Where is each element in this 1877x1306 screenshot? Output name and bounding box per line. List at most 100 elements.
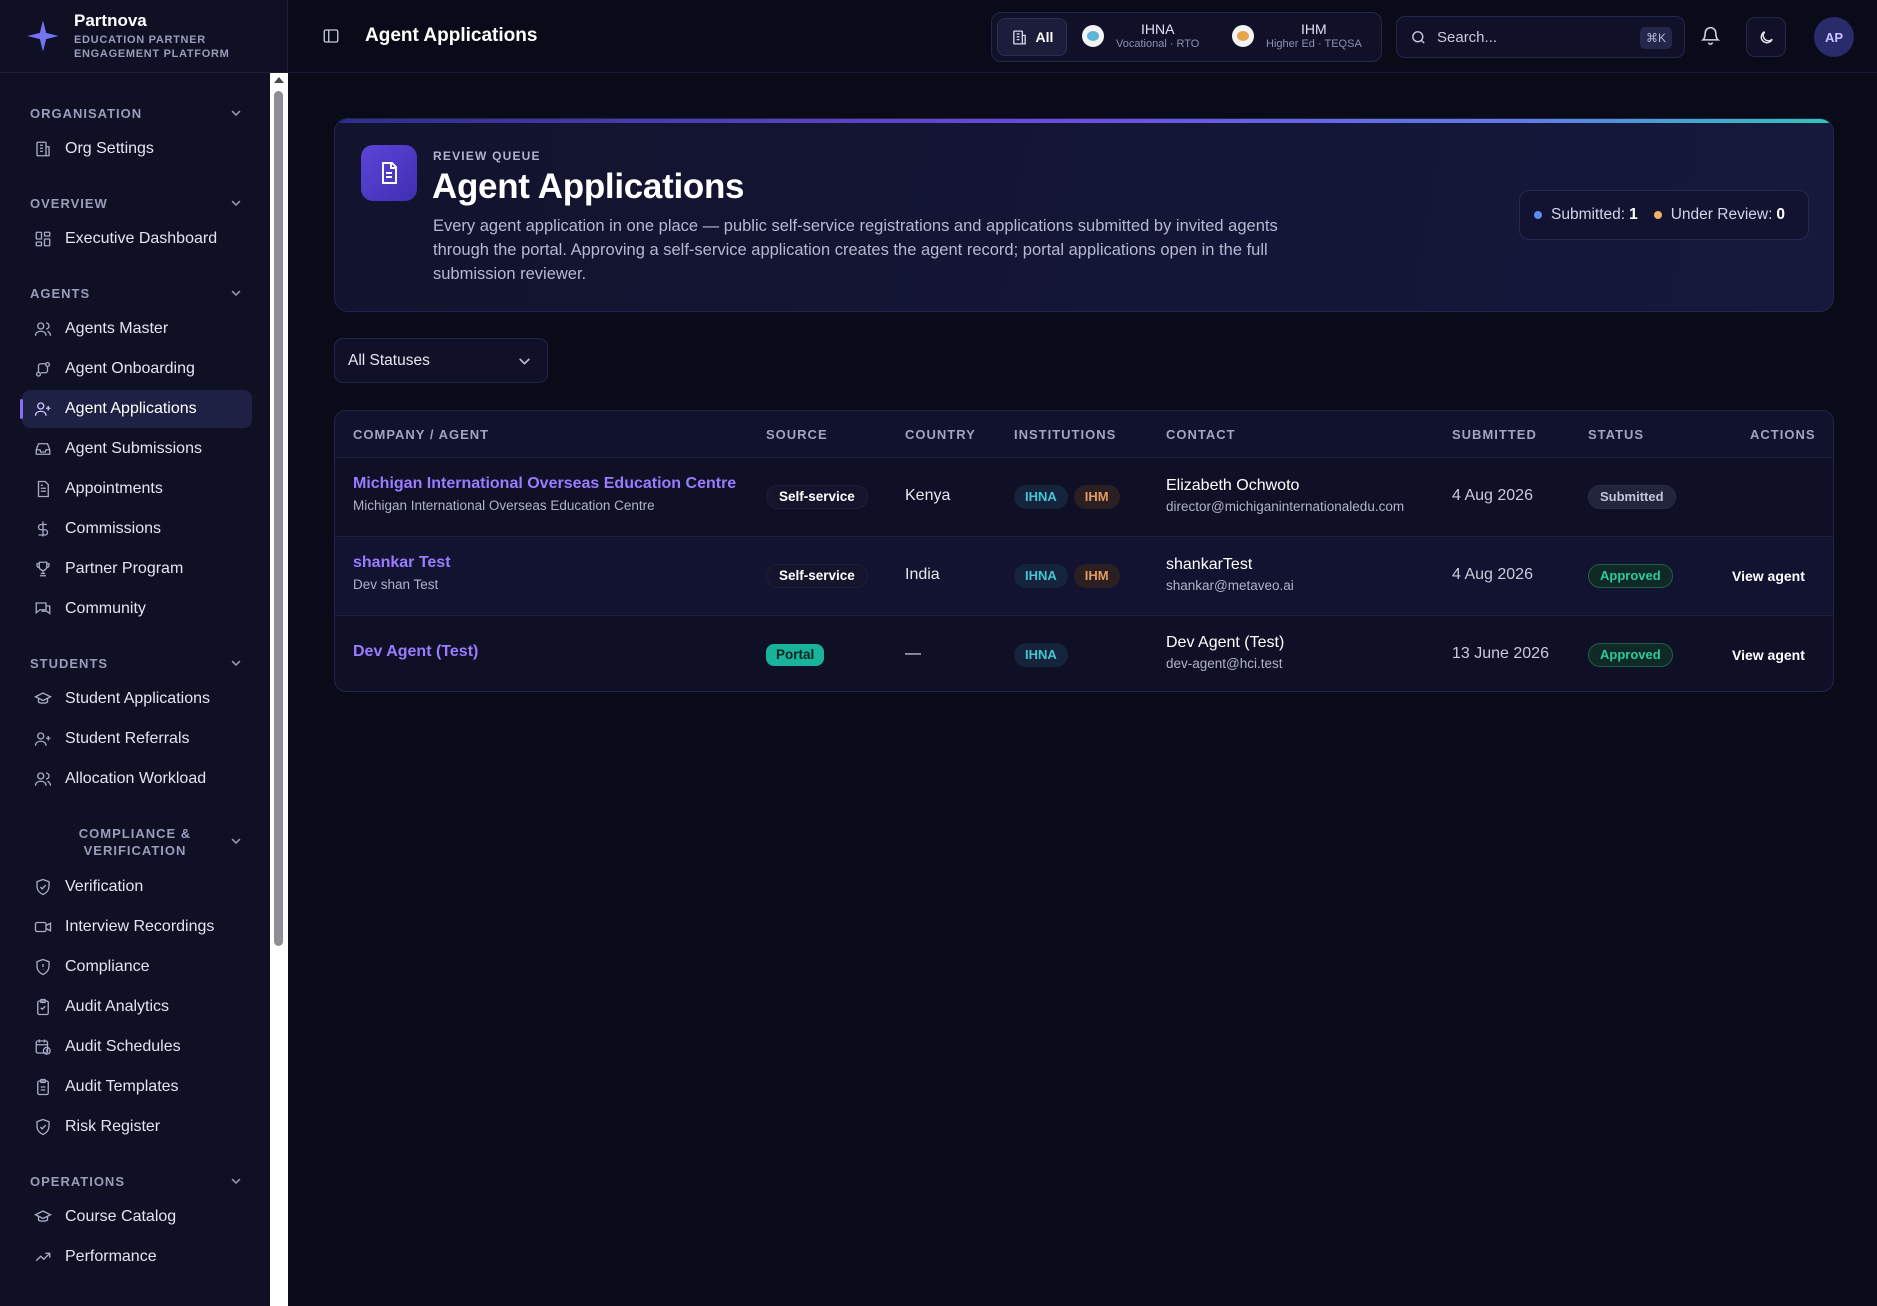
- column-header-source[interactable]: SOURCE: [766, 427, 828, 442]
- status-dot: [1534, 211, 1542, 219]
- search-placeholder: Search...: [1437, 28, 1498, 46]
- sidebar-item-agent-applications[interactable]: Agent Applications: [20, 390, 252, 428]
- sidebar-item-student-applications[interactable]: Student Applications: [22, 680, 252, 718]
- institution-option-ihm[interactable]: IHM Higher Ed · TEQSA: [1232, 21, 1362, 51]
- brand[interactable]: Partnova EDUCATION PARTNER ENGAGEMENT PL…: [0, 0, 287, 73]
- building-icon: [1012, 29, 1026, 45]
- status-cell: Approved: [1588, 643, 1673, 667]
- company-link[interactable]: Michigan International Overseas Educatio…: [353, 475, 736, 493]
- sidebar-item-interview-recordings[interactable]: Interview Recordings: [22, 908, 252, 946]
- sidebar-item-community[interactable]: Community: [22, 590, 252, 628]
- institution-all-button[interactable]: All: [997, 18, 1067, 56]
- shield-alert-icon: [36, 1118, 50, 1136]
- bell-icon[interactable]: [1700, 25, 1721, 46]
- theme-toggle-button[interactable]: [1746, 17, 1786, 57]
- nav-section-toggle[interactable]: COMPLIANCE & VERIFICATION: [0, 818, 270, 866]
- scroll-up-arrow-icon[interactable]: [274, 77, 284, 83]
- column-header-company[interactable]: COMPANY / AGENT: [353, 427, 489, 442]
- source-badge: Self-service: [766, 485, 868, 509]
- sidebar-item-label: Agent Applications: [65, 400, 197, 417]
- table-row[interactable]: Dev Agent (Test) Portal — IHNA Dev Agent…: [335, 616, 1833, 691]
- sidebar-item-label: Org Settings: [65, 140, 154, 157]
- company-link[interactable]: Dev Agent (Test): [353, 643, 478, 661]
- sidebar-item-performance[interactable]: Performance: [22, 1238, 252, 1276]
- trophy-icon: [36, 561, 50, 577]
- sidebar-item-agent-submissions[interactable]: Agent Submissions: [22, 430, 252, 468]
- calendar-clock-icon: [35, 1039, 51, 1055]
- column-header-status[interactable]: STATUS: [1588, 427, 1644, 442]
- nav-section-toggle[interactable]: STUDENTS: [0, 648, 270, 678]
- sidebar-item-label: Verification: [65, 878, 144, 895]
- file-icon: [37, 480, 49, 498]
- contact-cell: shankarTest shankar@metaveo.ai: [1166, 556, 1294, 593]
- sidebar-item-compliance[interactable]: Compliance: [22, 948, 252, 986]
- stat-label: Under Review:: [1670, 206, 1773, 223]
- nav-section-organisation: ORGANISATION Org Settings: [0, 98, 270, 168]
- shield-icon: [36, 958, 50, 976]
- sidebar-item-allocation-workload[interactable]: Allocation Workload: [22, 760, 252, 798]
- sidebar-item-audit-templates[interactable]: Audit Templates: [22, 1068, 252, 1106]
- sidebar-item-verification[interactable]: Verification: [22, 868, 252, 906]
- sidebar-item-agents-master[interactable]: Agents Master: [22, 310, 252, 348]
- brand-tagline-1: EDUCATION PARTNER: [74, 34, 206, 46]
- sidebar-item-risk-register[interactable]: Risk Register: [22, 1108, 252, 1146]
- column-header-contact[interactable]: CONTACT: [1166, 427, 1236, 442]
- user-avatar[interactable]: AP: [1814, 17, 1854, 57]
- source-cell: Self-service: [766, 485, 868, 509]
- trend-icon: [35, 1252, 51, 1262]
- scrollbar-thumb[interactable]: [274, 91, 283, 946]
- contact-email: director@michiganinternationaledu.com: [1166, 499, 1405, 514]
- sidebar-item-label: Agent Onboarding: [65, 360, 195, 377]
- nav-section-toggle[interactable]: AGENTS: [0, 278, 270, 308]
- sidebar-item-audit-analytics[interactable]: Audit Analytics: [22, 988, 252, 1026]
- graduation-cap-icon: [34, 692, 52, 704]
- moon-icon: [1760, 30, 1773, 43]
- company-link[interactable]: shankar Test: [353, 554, 451, 572]
- institution-option-ihna[interactable]: IHNA Vocational · RTO: [1082, 21, 1199, 51]
- submitted-date: 4 Aug 2026: [1452, 487, 1533, 504]
- sidebar-item-commissions[interactable]: Commissions: [22, 510, 252, 548]
- nav-section-toggle[interactable]: ORGANISATION: [0, 98, 270, 128]
- view-agent-link[interactable]: View agent: [1732, 568, 1805, 584]
- sidebar-item-org-settings[interactable]: Org Settings: [22, 130, 252, 168]
- sidebar-item-student-referrals[interactable]: Student Referrals: [22, 720, 252, 758]
- sidebar-item-appointments[interactable]: Appointments: [22, 470, 252, 508]
- column-header-submitted[interactable]: SUBMITTED: [1452, 427, 1537, 442]
- institution-switcher: All IHNA Vocational · RTO IHM Higher Ed …: [991, 12, 1382, 62]
- status-badge: Approved: [1588, 643, 1673, 667]
- accent-gradient-line: [335, 119, 1833, 123]
- page-header-card: REVIEW QUEUE Agent Applications Every ag…: [334, 118, 1834, 312]
- nav-section-students: STUDENTS Student Applications Student Re…: [0, 648, 270, 798]
- page-description: Every agent application in one place — p…: [433, 217, 1278, 283]
- nav-section-title: STUDENTS: [30, 655, 109, 671]
- nav-section-toggle[interactable]: OPERATIONS: [0, 1166, 270, 1196]
- inbox-icon: [35, 443, 51, 455]
- sidebar-item-executive-dashboard[interactable]: Executive Dashboard: [22, 220, 252, 258]
- sidebar-scrollbar[interactable]: [270, 73, 288, 1306]
- chevron-down-icon: [231, 200, 241, 206]
- institution-name: IHM: [1301, 21, 1327, 37]
- table-row[interactable]: Michigan International Overseas Educatio…: [335, 458, 1833, 537]
- sidebar-item-course-catalog[interactable]: Course Catalog: [22, 1198, 252, 1236]
- sidebar-item-agent-onboarding[interactable]: Agent Onboarding: [22, 350, 252, 388]
- sidebar-toggle-icon[interactable]: [322, 27, 340, 45]
- table-row[interactable]: shankar Test Dev shan Test Self-service …: [335, 537, 1833, 616]
- status-summary: Submitted: 1 Under Review: 0: [1519, 190, 1809, 240]
- sidebar-item-partner-program[interactable]: Partner Program: [22, 550, 252, 588]
- view-agent-link[interactable]: View agent: [1732, 647, 1805, 663]
- search-input[interactable]: Search... ⌘K: [1396, 16, 1685, 58]
- column-header-institutions[interactable]: INSTITUTIONS: [1014, 427, 1116, 442]
- sidebar-item-label: Agent Submissions: [65, 440, 202, 457]
- sidebar-item-audit-schedules[interactable]: Audit Schedules: [22, 1028, 252, 1066]
- sidebar-item-label: Audit Analytics: [65, 998, 170, 1015]
- sidebar-item-label: Audit Templates: [65, 1078, 179, 1095]
- stat-under-review: Under Review: 0: [1653, 206, 1785, 224]
- status-filter-select[interactable]: All Statuses: [334, 338, 548, 383]
- source-cell: Self-service: [766, 564, 868, 588]
- sidebar-item-label: Allocation Workload: [65, 770, 207, 787]
- nav-section-toggle[interactable]: OVERVIEW: [0, 188, 270, 218]
- grid-icon: [35, 231, 51, 247]
- chevron-down-icon: [231, 290, 241, 296]
- building-icon: [36, 141, 50, 157]
- column-header-country[interactable]: COUNTRY: [905, 427, 976, 442]
